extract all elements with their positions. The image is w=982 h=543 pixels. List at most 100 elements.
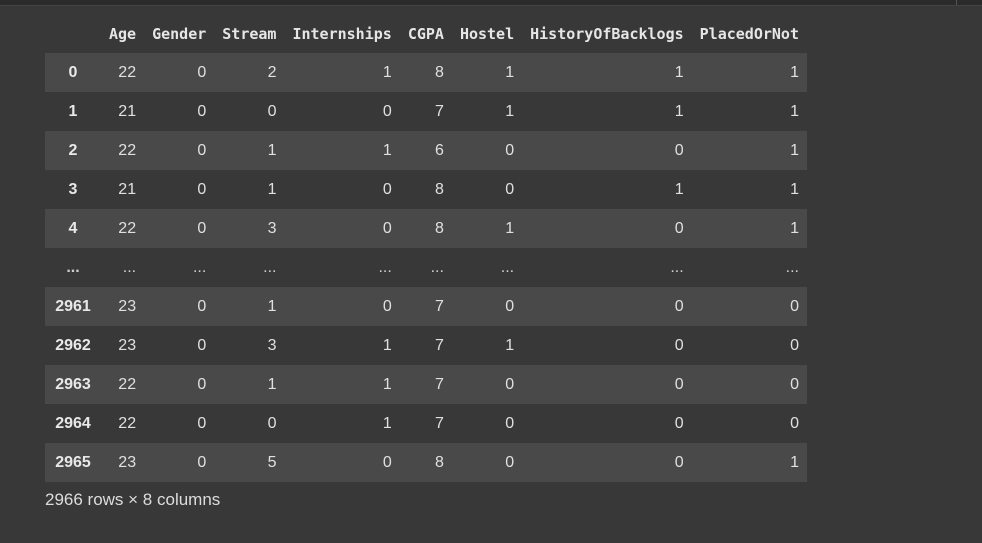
table-cell: 23 — [118, 453, 137, 471]
table-cell: ... — [500, 258, 515, 276]
column-header: CGPA — [399, 15, 452, 53]
table-cell: ... — [785, 258, 799, 276]
table-cell: 0 — [267, 414, 277, 432]
shape-summary: 2966 rows × 8 columns — [45, 490, 221, 509]
table-cell: 1 — [267, 180, 277, 198]
top-bar — [0, 0, 982, 6]
table-cell: 1 — [267, 375, 277, 393]
table-cell: 1 — [382, 414, 392, 432]
table-cell: 7 — [435, 375, 444, 393]
table-cell: 0 — [674, 336, 684, 354]
table-cell: 1 — [382, 336, 392, 354]
table-cell: 8 — [435, 453, 444, 471]
ellipsis-row: ........................... — [45, 248, 807, 287]
table-cell: 0 — [197, 102, 207, 120]
table-cell: 1 — [674, 102, 684, 120]
table-cell: 8 — [435, 63, 444, 81]
table-cell: 21 — [118, 180, 137, 198]
table-cell: 0 — [197, 336, 207, 354]
table-cell: 0 — [790, 336, 799, 354]
row-index: 0 — [68, 63, 78, 81]
column-header: Internships — [284, 15, 400, 53]
top-bar-divider — [956, 0, 957, 5]
table-cell: 1 — [674, 63, 684, 81]
row-index: ... — [66, 258, 80, 276]
row-index: 3 — [68, 180, 78, 198]
table-cell: 0 — [197, 375, 207, 393]
table-cell: 1 — [790, 141, 799, 159]
table-cell: 0 — [382, 297, 392, 315]
row-index: 2963 — [55, 375, 91, 393]
table-cell: 2 — [267, 63, 277, 81]
table-row: 2961 23 0 1 0 7 0 0 0 — [45, 287, 807, 326]
table-cell: 0 — [674, 375, 684, 393]
table-row: 2965 23 0 5 0 8 0 0 1 — [45, 443, 807, 482]
table-cell: 0 — [197, 180, 207, 198]
table-cell: 1 — [382, 375, 392, 393]
table-cell: 22 — [118, 375, 137, 393]
table-cell: 0 — [197, 453, 207, 471]
table-row: 2964 22 0 0 1 7 0 0 0 — [45, 404, 807, 443]
table-cell: 0 — [382, 219, 392, 237]
row-index: 2962 — [55, 336, 91, 354]
row-index: 2964 — [55, 414, 91, 432]
row-index: 2961 — [55, 297, 91, 315]
table-cell: 0 — [674, 219, 684, 237]
dataframe-table: Age Gender Stream Internships CGPA Hostel Hist… — [45, 15, 807, 482]
table-cell: 0 — [197, 63, 207, 81]
table-cell: 0 — [505, 297, 515, 315]
table-cell: 7 — [435, 414, 444, 432]
table-cell: 0 — [197, 297, 207, 315]
column-header: HistoryOfBacklogs — [522, 15, 692, 53]
table-cell: 0 — [674, 141, 684, 159]
table-cell: 1 — [674, 180, 684, 198]
table-cell: 22 — [118, 63, 137, 81]
table-cell: 7 — [435, 336, 444, 354]
table-row: 4 22 0 3 0 8 1 0 1 — [45, 209, 807, 248]
table-cell: 0 — [505, 453, 515, 471]
table-cell: 7 — [435, 297, 444, 315]
row-index: 2965 — [55, 453, 91, 471]
table-cell: 7 — [435, 102, 444, 120]
index-header — [45, 15, 101, 53]
table-cell: 0 — [790, 375, 799, 393]
table-cell: 22 — [118, 414, 137, 432]
table-cell: ... — [192, 258, 207, 276]
table-cell: 3 — [267, 336, 277, 354]
table-cell: 8 — [435, 219, 444, 237]
table-cell: ... — [122, 258, 137, 276]
table-cell: ... — [378, 258, 392, 276]
header-row: Age Gender Stream Internships CGPA Hostel Hist… — [45, 15, 807, 53]
table-cell: 0 — [382, 453, 392, 471]
table-cell: ... — [430, 258, 444, 276]
table-cell: 1 — [267, 297, 277, 315]
row-index: 2 — [68, 141, 78, 159]
table-cell: 3 — [267, 219, 277, 237]
table-cell: 1 — [505, 102, 515, 120]
table-cell: 8 — [435, 180, 444, 198]
table-cell: 1 — [267, 141, 277, 159]
table-row: 1 21 0 0 0 7 1 1 1 — [45, 92, 807, 131]
table-cell: 23 — [118, 297, 137, 315]
table-row: 2962 23 0 3 1 7 1 0 0 — [45, 326, 807, 365]
table-cell: 0 — [790, 414, 799, 432]
column-header: PlacedOrNot — [691, 15, 807, 53]
table-cell: 0 — [674, 297, 684, 315]
table-cell: 6 — [435, 141, 444, 159]
table-cell: 0 — [197, 414, 207, 432]
table-cell: 5 — [267, 453, 277, 471]
table-cell: 0 — [267, 102, 277, 120]
column-header: Age — [101, 15, 145, 53]
dataframe-output: Age Gender Stream Internships CGPA Hostel Hist… — [45, 15, 807, 510]
table-cell: 1 — [790, 219, 799, 237]
table-cell: 0 — [674, 414, 684, 432]
column-header: Gender — [144, 15, 215, 53]
table-cell: 0 — [197, 141, 207, 159]
table-row: 2 22 0 1 1 6 0 0 1 — [45, 131, 807, 170]
column-header: Hostel — [451, 15, 523, 53]
table-cell: 0 — [505, 414, 515, 432]
table-cell: 0 — [505, 180, 515, 198]
table-row: 2963 22 0 1 1 7 0 0 0 — [45, 365, 807, 404]
table-cell: 1 — [505, 219, 515, 237]
table-cell: 1 — [505, 63, 515, 81]
